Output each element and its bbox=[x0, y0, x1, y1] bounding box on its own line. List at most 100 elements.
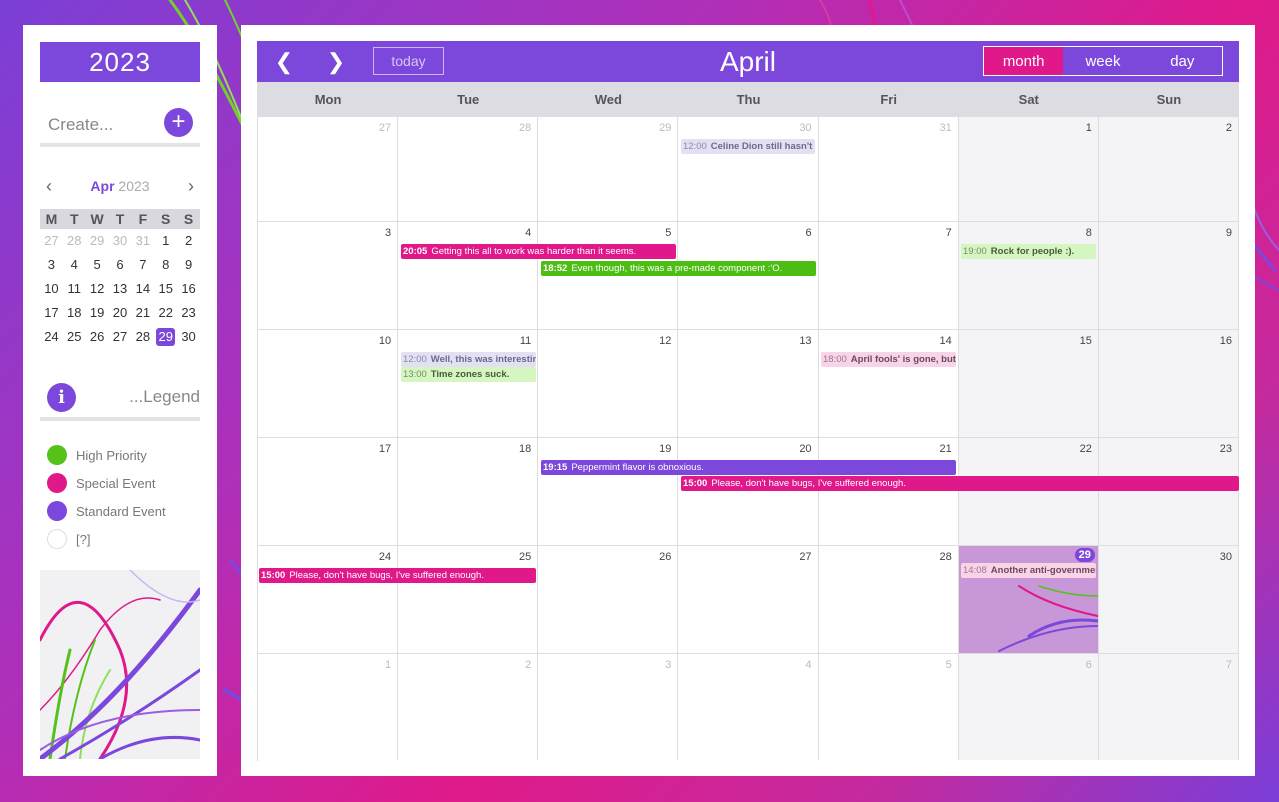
event-item[interactable]: 18:00 April fools' is gone, but I bbox=[821, 352, 956, 367]
day-cell[interactable]: 8 bbox=[958, 222, 1099, 329]
day-cell[interactable]: 30 bbox=[678, 117, 819, 221]
mini-day[interactable]: 25 bbox=[63, 325, 86, 349]
day-cell[interactable]: 5 bbox=[819, 654, 959, 760]
mini-day[interactable]: 28 bbox=[131, 325, 154, 349]
mini-day[interactable]: 12 bbox=[86, 277, 109, 301]
event-item[interactable]: 18:52 Even though, this was a pre-made co… bbox=[541, 261, 816, 276]
mini-day-selected[interactable]: 29 bbox=[156, 328, 176, 346]
mini-day[interactable]: 9 bbox=[177, 253, 200, 277]
day-cell[interactable]: 3 bbox=[538, 654, 679, 760]
mini-day[interactable]: 21 bbox=[131, 301, 154, 325]
mini-day[interactable]: 19 bbox=[86, 301, 109, 325]
mini-weekday: S bbox=[161, 211, 171, 227]
day-cell[interactable]: 9 bbox=[1098, 222, 1239, 329]
mini-day[interactable]: 30 bbox=[109, 229, 132, 253]
mini-day[interactable]: 5 bbox=[86, 253, 109, 277]
day-cell[interactable]: 31 bbox=[819, 117, 959, 221]
day-cell[interactable]: 3 bbox=[258, 222, 399, 329]
event-item[interactable]: 19:15 Peppermint flavor is obnoxious. bbox=[541, 460, 956, 475]
day-cell[interactable]: 6 bbox=[958, 654, 1099, 760]
day-cell[interactable]: 17 bbox=[258, 438, 399, 545]
day-cell[interactable]: 7 bbox=[819, 222, 959, 329]
mini-day[interactable]: 10 bbox=[40, 277, 63, 301]
create-row[interactable]: Create... + bbox=[40, 107, 200, 147]
chevron-right-icon[interactable]: ❯ bbox=[316, 41, 356, 82]
day-cell[interactable]: 2 bbox=[1098, 117, 1239, 221]
event-item[interactable]: 20:05 Getting this all to work was harder… bbox=[401, 244, 676, 259]
mini-day[interactable]: 15 bbox=[154, 277, 177, 301]
mini-day[interactable]: 20 bbox=[109, 301, 132, 325]
event-item[interactable]: 14:08 Another anti-governmen bbox=[961, 563, 1096, 578]
event-item[interactable]: 19:00 Rock for people :). bbox=[961, 244, 1096, 259]
chevron-left-icon[interactable]: ❮ bbox=[264, 41, 304, 82]
info-icon[interactable]: i bbox=[47, 382, 76, 412]
mini-day[interactable]: 31 bbox=[131, 229, 154, 253]
event-title: April fools' is gone, but I bbox=[850, 354, 956, 365]
day-cell[interactable]: 26 bbox=[538, 546, 679, 653]
mini-day[interactable]: 7 bbox=[131, 253, 154, 277]
day-cell[interactable]: 29 bbox=[538, 117, 679, 221]
mini-day[interactable]: 22 bbox=[154, 301, 177, 325]
day-cell[interactable]: 21 bbox=[819, 438, 959, 545]
event-item[interactable]: 15:00 Please, don't have bugs, I've suffe… bbox=[259, 568, 536, 583]
day-cell[interactable]: 7 bbox=[1098, 654, 1239, 760]
day-cell[interactable]: 19 bbox=[538, 438, 679, 545]
mini-day[interactable]: 18 bbox=[63, 301, 86, 325]
day-cell[interactable]: 30 bbox=[1098, 546, 1239, 653]
day-cell[interactable]: 11 bbox=[398, 330, 539, 437]
mini-day[interactable]: 26 bbox=[86, 325, 109, 349]
event-item[interactable]: 13:00 Time zones suck. bbox=[401, 367, 536, 382]
day-cell[interactable]: 1 bbox=[958, 117, 1099, 221]
day-cell[interactable]: 20 bbox=[678, 438, 819, 545]
day-cell[interactable]: 2 bbox=[398, 654, 539, 760]
mini-day[interactable]: 2 bbox=[177, 229, 200, 253]
mini-day[interactable]: 3 bbox=[40, 253, 63, 277]
chevron-left-icon[interactable]: ‹ bbox=[46, 176, 52, 197]
mini-day[interactable]: 30 bbox=[177, 325, 200, 349]
mini-day[interactable]: 23 bbox=[177, 301, 200, 325]
mini-day[interactable]: 13 bbox=[109, 277, 132, 301]
mini-day[interactable]: 4 bbox=[63, 253, 86, 277]
mini-day[interactable]: 17 bbox=[40, 301, 63, 325]
day-cell[interactable]: 1 bbox=[258, 654, 399, 760]
day-cell[interactable]: 27 bbox=[678, 546, 819, 653]
day-cell[interactable]: 4 bbox=[398, 222, 539, 329]
mini-day[interactable]: 1 bbox=[154, 229, 177, 253]
day-cell[interactable]: 16 bbox=[1098, 330, 1239, 437]
event-item[interactable]: 15:00 Please, don't have bugs, I've suffe… bbox=[681, 476, 1239, 491]
mini-day[interactable]: 14 bbox=[131, 277, 154, 301]
day-cell[interactable]: 10 bbox=[258, 330, 399, 437]
day-cell[interactable]: 25 bbox=[398, 546, 539, 653]
mini-day[interactable]: 27 bbox=[40, 229, 63, 253]
day-cell[interactable]: 22 bbox=[958, 438, 1099, 545]
day-cell[interactable]: 27 bbox=[258, 117, 399, 221]
day-cell[interactable]: 24 bbox=[258, 546, 399, 653]
month-view-button[interactable]: month bbox=[984, 47, 1064, 75]
event-item[interactable]: 12:00 Celine Dion still hasn't co bbox=[681, 139, 815, 154]
day-cell[interactable]: 18 bbox=[398, 438, 539, 545]
event-item[interactable]: 12:00 Well, this was interesting bbox=[401, 352, 536, 367]
day-cell[interactable]: 15 bbox=[958, 330, 1099, 437]
day-cell[interactable]: 23 bbox=[1098, 438, 1239, 545]
mini-day[interactable]: 6 bbox=[109, 253, 132, 277]
day-cell[interactable]: 12 bbox=[538, 330, 679, 437]
day-cell[interactable]: 13 bbox=[678, 330, 819, 437]
mini-day[interactable]: 8 bbox=[154, 253, 177, 277]
mini-day[interactable]: 24 bbox=[40, 325, 63, 349]
day-view-button[interactable]: day bbox=[1143, 47, 1222, 75]
mini-day[interactable]: 11 bbox=[63, 277, 86, 301]
create-label[interactable]: Create... bbox=[40, 115, 113, 135]
mini-day[interactable]: 28 bbox=[63, 229, 86, 253]
day-cell[interactable]: 14 bbox=[819, 330, 959, 437]
day-cell[interactable]: 28 bbox=[398, 117, 539, 221]
mini-day[interactable]: 27 bbox=[109, 325, 132, 349]
plus-icon[interactable]: + bbox=[164, 107, 193, 137]
day-cell[interactable]: 4 bbox=[678, 654, 819, 760]
week-view-button[interactable]: week bbox=[1063, 47, 1142, 75]
today-button[interactable]: today bbox=[373, 47, 444, 75]
chevron-right-icon[interactable]: › bbox=[188, 176, 194, 197]
day-cell[interactable]: 28 bbox=[819, 546, 959, 653]
mini-day[interactable]: 29 bbox=[86, 229, 109, 253]
mini-day[interactable]: 16 bbox=[177, 277, 200, 301]
legend-item: High Priority bbox=[47, 441, 166, 469]
